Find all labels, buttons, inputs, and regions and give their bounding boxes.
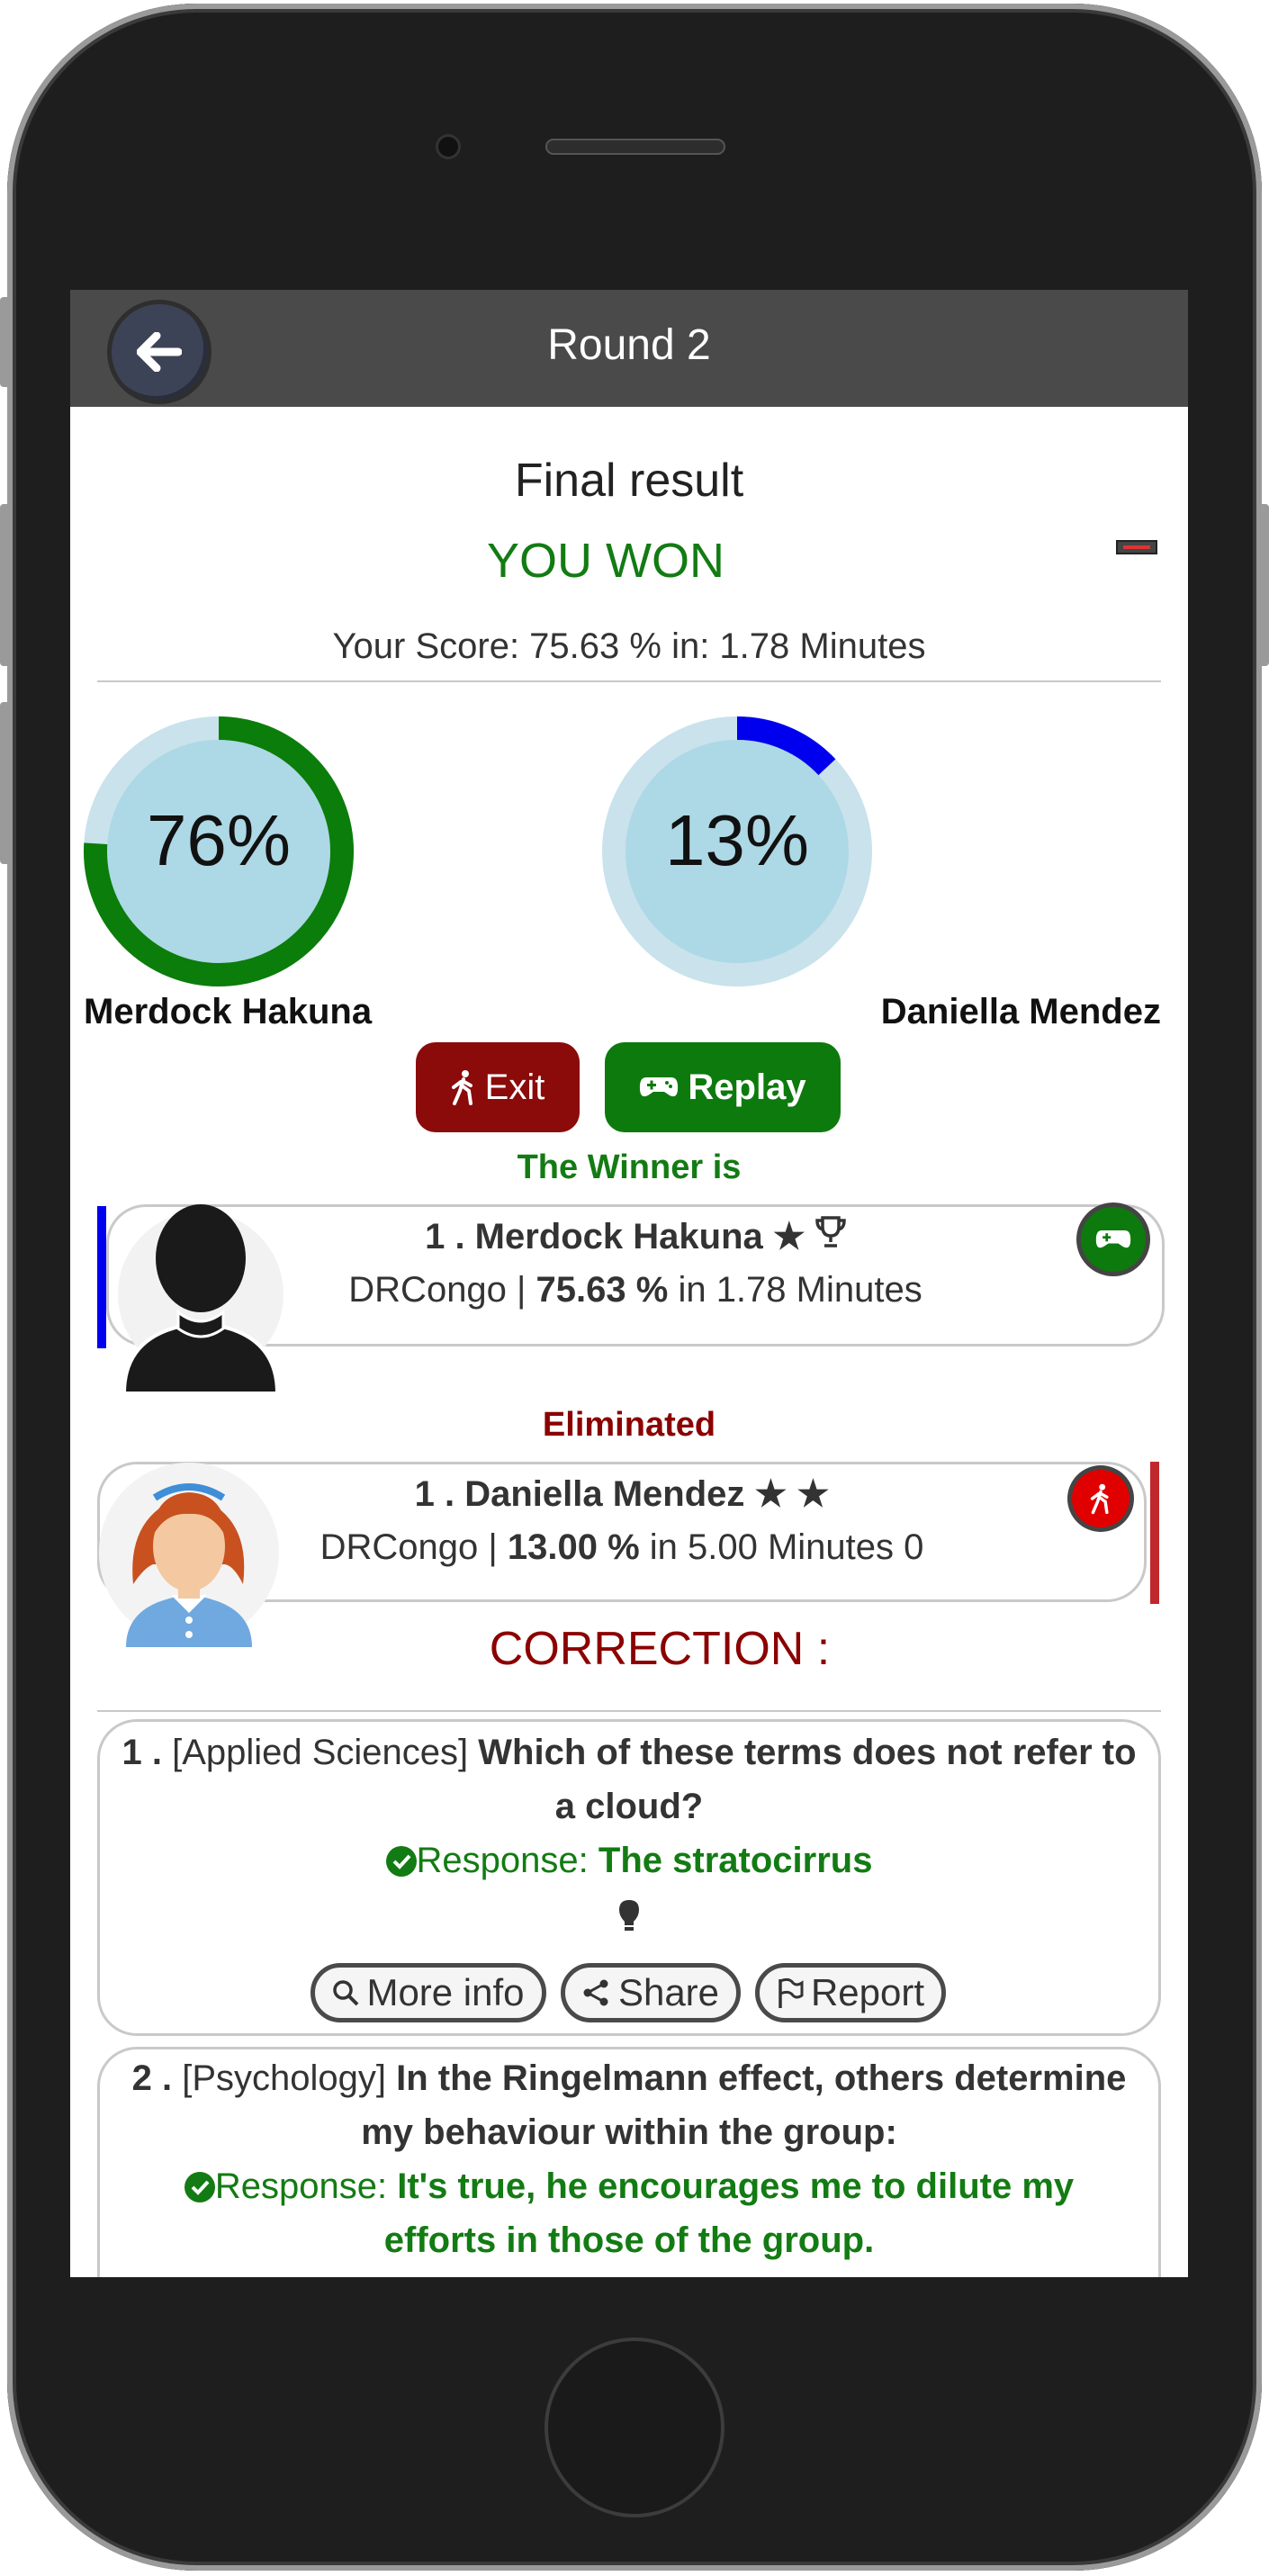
question-card: 1 . [Applied Sciences] Which of these te… xyxy=(97,1719,1161,2036)
report-button[interactable]: Report xyxy=(755,1963,946,2022)
gamepad-icon xyxy=(1095,1230,1131,1248)
winner-heading: The Winner is xyxy=(517,1148,742,1186)
player1-percent: 76% xyxy=(146,800,292,880)
final-result-label: Final result xyxy=(514,455,744,507)
volume-down-button xyxy=(0,702,13,864)
star-icons: ★ ★ xyxy=(754,1474,830,1514)
winner-accent-bar xyxy=(97,1206,106,1348)
minimize-icon[interactable] xyxy=(1116,540,1157,554)
app-bar: Round 2 xyxy=(70,290,1188,407)
outcome-text: YOU WON xyxy=(487,534,724,588)
correction-heading: CORRECTION : xyxy=(489,1623,831,1675)
share-button[interactable]: Share xyxy=(561,1963,741,2022)
eliminated-heading: Eliminated xyxy=(542,1406,716,1444)
earpiece-speaker xyxy=(545,139,725,155)
more-info-button[interactable]: More info xyxy=(310,1963,546,2022)
score-line: Your Score: 75.63 % in: 1.78 Minutes xyxy=(332,626,926,666)
player2-name: Daniella Mendez xyxy=(880,992,1161,1031)
check-circle-icon xyxy=(385,1846,417,1877)
walking-person-icon xyxy=(451,1070,472,1105)
replay-button[interactable]: Replay xyxy=(605,1042,841,1132)
volume-up-button xyxy=(0,504,13,666)
player2-score-ring: 13% xyxy=(602,716,872,986)
flag-icon xyxy=(778,1977,804,2008)
replay-label: Replay xyxy=(688,1067,806,1107)
divider xyxy=(97,680,1161,682)
trophy-icon xyxy=(815,1216,846,1247)
eliminated-accent-bar xyxy=(1150,1462,1159,1604)
exit-button[interactable]: Exit xyxy=(416,1042,580,1132)
response-line: Response: The stratocirrus xyxy=(100,1833,1158,1887)
player1-name: Merdock Hakuna xyxy=(84,992,373,1031)
share-icon xyxy=(583,1979,608,2006)
page-title: Round 2 xyxy=(547,321,711,369)
winner-play-badge[interactable] xyxy=(1081,1207,1146,1272)
search-icon xyxy=(333,1980,359,2006)
question-text: 1 . [Applied Sciences] Which of these te… xyxy=(122,1733,1137,1826)
star-icon: ★ xyxy=(772,1217,806,1256)
eliminated-avatar xyxy=(99,1458,279,1647)
exit-label: Exit xyxy=(484,1067,545,1107)
player1-score-ring: 76% xyxy=(84,716,354,986)
home-button[interactable] xyxy=(544,2337,724,2517)
power-button xyxy=(1256,504,1269,666)
lightbulb-icon[interactable] xyxy=(617,1898,641,1934)
response-line: Response: It's true, he encourages me to… xyxy=(154,2159,1104,2267)
winner-avatar xyxy=(115,1204,286,1395)
app-screen: Round 2 Final result YOU WON Your Score:… xyxy=(70,290,1188,2277)
divider xyxy=(97,1710,1161,1712)
question-card: 2 . [Psychology] In the Ringelmann effec… xyxy=(97,2047,1161,2277)
eliminated-exit-badge[interactable] xyxy=(1072,1470,1130,1527)
check-circle-icon xyxy=(184,2172,215,2202)
front-camera xyxy=(438,137,458,157)
gamepad-icon xyxy=(640,1077,679,1097)
player2-percent: 13% xyxy=(664,800,810,880)
walking-person-icon xyxy=(1090,1483,1109,1515)
silent-switch xyxy=(0,297,13,387)
question-text: 2 . [Psychology] In the Ringelmann effec… xyxy=(131,2058,1127,2152)
